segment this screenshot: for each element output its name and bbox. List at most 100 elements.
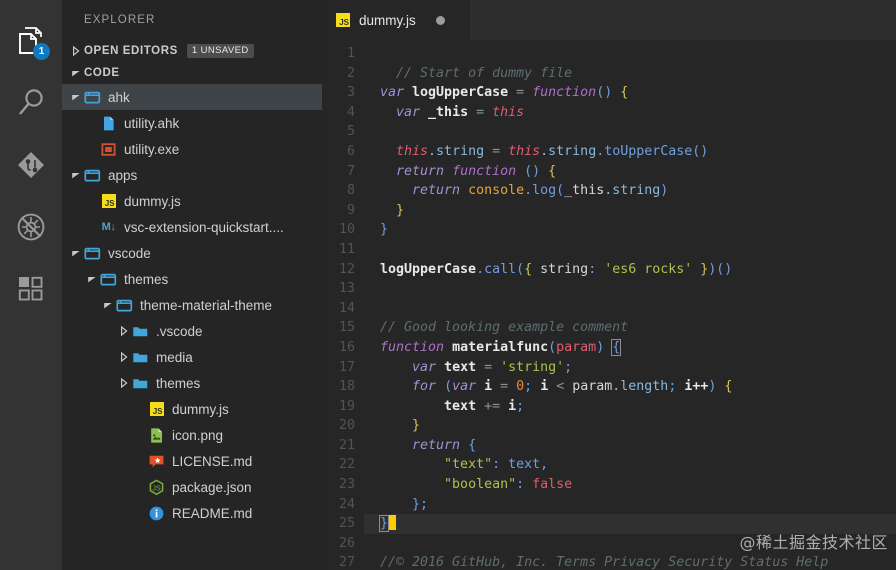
tree-folder-vscode[interactable]: vscode — [62, 240, 322, 266]
code-line[interactable]: logUpperCase.call({ string: 'es6 rocks' … — [364, 260, 896, 280]
folder-open-icon — [84, 245, 101, 262]
activity-bar: 1 — [0, 0, 62, 570]
code-line[interactable]: "boolean": false — [364, 475, 896, 495]
activity-item-explorer[interactable]: 1 — [0, 10, 62, 72]
chevron-down-icon[interactable] — [84, 268, 100, 290]
tree-file-license-md[interactable]: LICENSE.md — [62, 448, 322, 474]
activity-item-source-control[interactable] — [0, 134, 62, 196]
chevron-down-icon — [68, 62, 84, 84]
folder-open-icon — [84, 89, 101, 106]
tree-file-vsc-extension-quickstart[interactable]: M↓vsc-extension-quickstart.... — [62, 214, 322, 240]
code-content[interactable]: // Start of dummy filevar logUpperCase =… — [364, 40, 896, 570]
tree-file-package-json[interactable]: JSpackage.json — [62, 474, 322, 500]
tree-item-label: theme-material-theme — [140, 298, 272, 313]
chevron-down-icon[interactable] — [68, 86, 84, 108]
code-line[interactable]: } — [364, 201, 896, 221]
chevron-down-icon[interactable] — [100, 294, 116, 316]
chevron-right-icon[interactable] — [116, 346, 132, 368]
markdown-icon: M↓ — [100, 219, 117, 236]
code-line[interactable]: var logUpperCase = function() { — [364, 83, 896, 103]
tree-file-readme-md[interactable]: README.md — [62, 500, 322, 526]
tree-file-utility-ahk[interactable]: utility.ahk — [62, 110, 322, 136]
code-token: .call — [476, 262, 516, 277]
tree-folder-vscode[interactable]: .vscode — [62, 318, 322, 344]
code-editor[interactable]: 1234567891011121314151617181920212223242… — [322, 40, 896, 570]
line-number: 11 — [322, 240, 364, 260]
code-token: "text" — [444, 457, 492, 472]
code-token: i — [540, 379, 548, 394]
code-line[interactable]: //© 2016 GitHub, Inc. Terms Privacy Secu… — [364, 553, 896, 570]
code-line[interactable] — [364, 122, 896, 142]
unsaved-dot-icon[interactable] — [436, 16, 445, 25]
code-line[interactable] — [364, 299, 896, 319]
code-token: var — [380, 85, 412, 100]
activity-item-debug[interactable] — [0, 196, 62, 258]
code-line[interactable] — [364, 279, 896, 299]
code-token: } — [396, 203, 404, 218]
tree-item-label: utility.ahk — [124, 116, 179, 131]
chevron-right-icon[interactable] — [116, 372, 132, 394]
tree-file-dummy-js[interactable]: JSdummy.js — [62, 396, 322, 422]
code-line[interactable]: } — [364, 514, 896, 534]
line-number: 14 — [322, 299, 364, 319]
tree-file-dummy-js[interactable]: JSdummy.js — [62, 188, 322, 214]
no-twisty — [84, 190, 100, 212]
code-line[interactable] — [364, 534, 896, 554]
js-icon: JS — [100, 193, 117, 210]
tree-folder-themes[interactable]: themes — [62, 370, 322, 396]
chevron-right-icon[interactable] — [116, 320, 132, 342]
code-line[interactable]: for (var i = 0; i < param.length; i++) { — [364, 377, 896, 397]
code-line[interactable]: var _this = this — [364, 103, 896, 123]
line-number: 5 — [322, 122, 364, 142]
code-token: 'string' — [500, 360, 564, 375]
code-line[interactable]: this.string = this.string.toUpperCase() — [364, 142, 896, 162]
sidebar-section-code[interactable]: CODE — [62, 62, 322, 84]
section-label: CODE — [84, 67, 120, 79]
code-line[interactable]: return { — [364, 436, 896, 456]
tree-folder-themes[interactable]: themes — [62, 266, 322, 292]
chevron-down-icon[interactable] — [68, 164, 84, 186]
code-token: } — [412, 418, 420, 433]
code-token: { — [524, 262, 532, 277]
tree-folder-theme-material-theme[interactable]: theme-material-theme — [62, 292, 322, 318]
line-number: 3 — [322, 83, 364, 103]
code-token: < — [548, 379, 572, 394]
activity-item-extensions[interactable] — [0, 258, 62, 320]
code-line[interactable]: return function () { — [364, 162, 896, 182]
chevron-down-icon[interactable] — [68, 242, 84, 264]
folder-icon — [132, 349, 149, 366]
code-token: .string — [540, 144, 596, 159]
tree-folder-ahk[interactable]: ahk — [62, 84, 322, 110]
code-token — [380, 105, 396, 120]
debug-icon — [15, 211, 47, 243]
code-line[interactable]: "text": text, — [364, 455, 896, 475]
code-line[interactable]: return console.log(_this.string) — [364, 181, 896, 201]
code-token: //© 2016 GitHub, Inc. Terms Privacy Secu… — [380, 555, 828, 570]
tree-folder-media[interactable]: media — [62, 344, 322, 370]
code-line[interactable]: // Good looking example comment — [364, 318, 896, 338]
code-line[interactable]: text += i; — [364, 397, 896, 417]
line-number: 15 — [322, 318, 364, 338]
tree-file-icon-png[interactable]: icon.png — [62, 422, 322, 448]
sidebar-section-open-editors[interactable]: OPEN EDITORS1 UNSAVED — [62, 40, 322, 62]
no-twisty — [84, 138, 100, 160]
code-line[interactable]: } — [364, 416, 896, 436]
code-line[interactable] — [364, 240, 896, 260]
code-line[interactable]: } — [364, 220, 896, 240]
explorer-tree[interactable]: OPEN EDITORS1 UNSAVED CODE ahk utility.ahk u… — [62, 40, 322, 570]
code-line[interactable]: function materialfunc(param) { — [364, 338, 896, 358]
code-token — [380, 418, 412, 433]
code-line[interactable]: }; — [364, 495, 896, 515]
tree-folder-apps[interactable]: apps — [62, 162, 322, 188]
tree-file-utility-exe[interactable]: utility.exe — [62, 136, 322, 162]
code-line[interactable]: var text = 'string'; — [364, 358, 896, 378]
tree-item-label: vscode — [108, 246, 151, 261]
code-token: i — [484, 379, 492, 394]
activity-item-search[interactable] — [0, 72, 62, 134]
folder-open-icon — [84, 167, 101, 184]
tab-dummy-js[interactable]: JS dummy.js — [322, 0, 470, 40]
code-token: () — [596, 85, 612, 100]
code-token — [380, 379, 412, 394]
code-line[interactable]: // Start of dummy file — [364, 64, 896, 84]
code-line[interactable] — [364, 44, 896, 64]
